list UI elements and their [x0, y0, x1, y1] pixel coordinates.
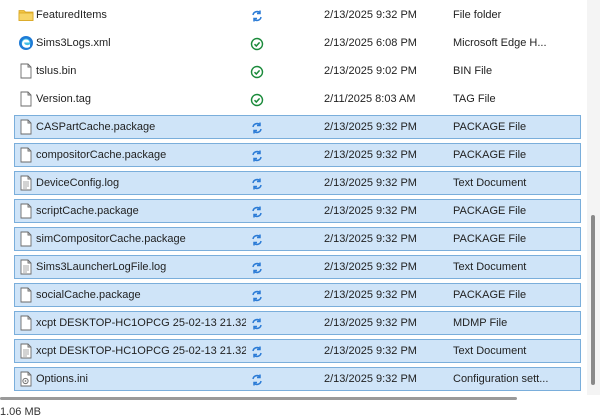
file-row[interactable]: socialCache.package 2/13/2025 9:32 PM PACK…	[14, 283, 581, 307]
file-type: Configuration sett...	[453, 373, 549, 385]
file-row[interactable]: xcpt DESKTOP-HC1OPCG 25-02-13 21.32.... 2…	[14, 339, 581, 363]
available-status-icon	[250, 59, 264, 83]
file-name: Sims3LauncherLogFile.log	[36, 261, 167, 273]
file-name: xcpt DESKTOP-HC1OPCG 25-02-13 21.32....	[36, 345, 246, 357]
file-row[interactable]: scriptCache.package 2/13/2025 9:32 PM PACK…	[14, 199, 581, 223]
file-row[interactable]: CASPartCache.package 2/13/2025 9:32 PM PAC…	[14, 115, 581, 139]
file-row[interactable]: Options.ini 2/13/2025 9:32 PM Configuratio…	[14, 367, 581, 391]
settings-file-icon	[18, 371, 34, 387]
file-type: PACKAGE File	[453, 233, 527, 245]
file-date-modified: 2/13/2025 6:08 PM	[324, 37, 417, 49]
file-icon	[18, 147, 34, 163]
text-file-icon	[18, 175, 34, 191]
file-type: PACKAGE File	[453, 149, 527, 161]
available-status-icon	[250, 87, 264, 111]
file-date-modified: 2/11/2025 8:03 AM	[324, 93, 416, 105]
horizontal-scrollbar-thumb[interactable]	[0, 397, 517, 400]
file-type: TAG File	[453, 93, 496, 105]
file-icon	[18, 119, 34, 135]
vertical-scrollbar-thumb[interactable]	[591, 215, 595, 385]
file-type: Text Document	[453, 177, 527, 189]
file-type: PACKAGE File	[453, 289, 527, 301]
file-name: socialCache.package	[36, 289, 141, 301]
file-name: Sims3Logs.xml	[36, 37, 111, 49]
file-icon	[18, 287, 34, 303]
file-row[interactable]: Version.tag 2/11/2025 8:03 AM TAG File	[0, 87, 588, 111]
file-date-modified: 2/13/2025 9:32 PM	[324, 121, 417, 133]
text-file-icon	[18, 343, 34, 359]
file-row[interactable]: Sims3LauncherLogFile.log 2/13/2025 9:32 P…	[14, 255, 581, 279]
sync-status-icon	[250, 3, 264, 27]
file-name: scriptCache.package	[36, 205, 139, 217]
file-name: Options.ini	[36, 373, 88, 385]
file-icon	[18, 231, 34, 247]
sync-status-icon	[250, 367, 264, 391]
file-name: simCompositorCache.package	[36, 233, 186, 245]
sync-status-icon	[250, 339, 264, 363]
file-row[interactable]: DeviceConfig.log 2/13/2025 9:32 PM Text Do…	[14, 171, 581, 195]
file-type: Text Document	[453, 261, 527, 273]
file-type: Text Document	[453, 345, 527, 357]
file-date-modified: 2/13/2025 9:32 PM	[324, 261, 417, 273]
file-icon	[18, 91, 34, 107]
file-date-modified: 2/13/2025 9:32 PM	[324, 233, 417, 245]
file-date-modified: 2/13/2025 9:32 PM	[324, 317, 417, 329]
file-row[interactable]: simCompositorCache.package 2/13/2025 9:32…	[14, 227, 581, 251]
sync-status-icon	[250, 143, 264, 167]
file-type: File folder	[453, 9, 502, 21]
file-date-modified: 2/13/2025 9:32 PM	[324, 149, 417, 161]
file-date-modified: 2/13/2025 9:32 PM	[324, 345, 417, 357]
file-type: BIN File	[453, 65, 493, 77]
file-row[interactable]: xcpt DESKTOP-HC1OPCG 25-02-13 21.32.... 2…	[14, 311, 581, 335]
file-name: FeaturedItems	[36, 9, 107, 21]
file-row[interactable]: Sims3Logs.xml 2/13/2025 6:08 PM Microsoft …	[0, 31, 588, 55]
file-name: DeviceConfig.log	[36, 177, 120, 189]
file-name: CASPartCache.package	[36, 121, 156, 133]
file-row[interactable]: compositorCache.package 2/13/2025 9:32 PM…	[14, 143, 581, 167]
file-date-modified: 2/13/2025 9:02 PM	[324, 65, 417, 77]
text-file-icon	[18, 259, 34, 275]
file-type: PACKAGE File	[453, 205, 527, 217]
file-row[interactable]: tslus.bin 2/13/2025 9:02 PM BIN File	[0, 59, 588, 83]
available-status-icon	[250, 31, 264, 55]
file-type: PACKAGE File	[453, 121, 527, 133]
sync-status-icon	[250, 227, 264, 251]
sync-status-icon	[250, 171, 264, 195]
file-name: xcpt DESKTOP-HC1OPCG 25-02-13 21.32....	[36, 317, 246, 329]
sync-status-icon	[250, 311, 264, 335]
file-list: FeaturedItems 2/13/2025 9:32 PM File folde…	[0, 3, 588, 391]
folder-icon	[18, 7, 34, 23]
sync-status-icon	[250, 283, 264, 307]
sync-status-icon	[250, 115, 264, 139]
file-date-modified: 2/13/2025 9:32 PM	[324, 205, 417, 217]
file-name: tslus.bin	[36, 65, 77, 77]
file-date-modified: 2/13/2025 9:32 PM	[324, 177, 417, 189]
file-name: Version.tag	[36, 93, 92, 105]
file-icon	[18, 63, 34, 79]
status-bar-selection-size: 1.06 MB	[0, 406, 41, 418]
file-type: MDMP File	[453, 317, 508, 329]
edge-icon	[18, 35, 34, 51]
file-date-modified: 2/13/2025 9:32 PM	[324, 9, 417, 21]
file-type: Microsoft Edge H...	[453, 37, 547, 49]
file-date-modified: 2/13/2025 9:32 PM	[324, 289, 417, 301]
file-row[interactable]: FeaturedItems 2/13/2025 9:32 PM File folde…	[0, 3, 588, 27]
file-icon	[18, 203, 34, 219]
vertical-scrollbar[interactable]	[587, 0, 600, 395]
sync-status-icon	[250, 255, 264, 279]
sync-status-icon	[250, 199, 264, 223]
file-date-modified: 2/13/2025 9:32 PM	[324, 373, 417, 385]
file-name: compositorCache.package	[36, 149, 167, 161]
file-icon	[18, 315, 34, 331]
